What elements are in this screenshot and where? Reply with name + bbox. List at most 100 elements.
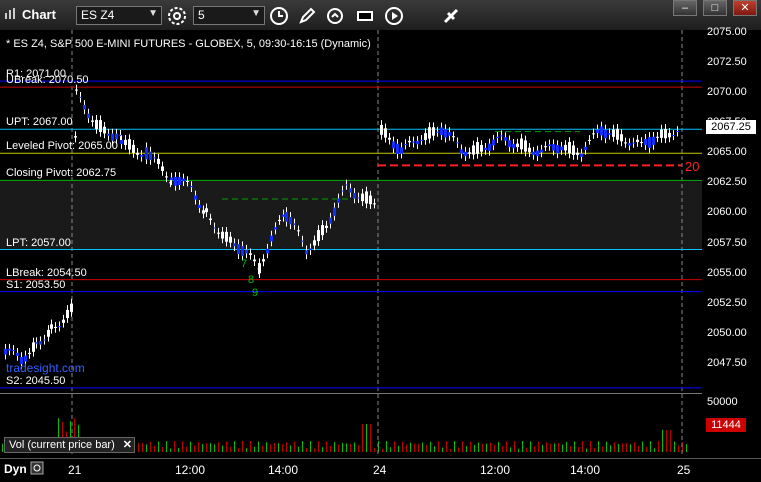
candle-body bbox=[528, 147, 531, 153]
candle-body bbox=[412, 141, 415, 143]
volume-bar bbox=[558, 442, 559, 452]
minimize-button[interactable]: – bbox=[673, 0, 697, 16]
candle-body bbox=[496, 136, 499, 139]
candle-body bbox=[174, 176, 177, 186]
pivot-label: Leveled Pivot: 2065.00 bbox=[6, 140, 118, 153]
time-axis[interactable]: Dyn 21 12:00 14:00 24 12:00 14:00 25 bbox=[0, 458, 761, 482]
candle-body bbox=[373, 203, 376, 205]
volume-bar bbox=[502, 445, 503, 452]
candle-body bbox=[424, 133, 427, 140]
candle-body bbox=[58, 326, 61, 328]
candle-body bbox=[157, 158, 160, 165]
close-study-icon[interactable]: ✕ bbox=[123, 438, 132, 452]
refresh-icon[interactable] bbox=[324, 5, 346, 27]
volume-bar bbox=[326, 441, 327, 452]
candle-body bbox=[178, 177, 181, 186]
candle-body bbox=[400, 147, 403, 154]
candle-body bbox=[628, 143, 631, 146]
volume-bar bbox=[422, 442, 423, 452]
volume-bar bbox=[410, 442, 411, 452]
volume-bar bbox=[482, 443, 483, 452]
candle-body bbox=[612, 129, 615, 137]
candle-body bbox=[245, 249, 248, 254]
volume-bar bbox=[262, 445, 263, 452]
volume-bar bbox=[510, 447, 511, 452]
volume-bar bbox=[486, 443, 487, 452]
volume-bar bbox=[198, 442, 199, 452]
volume-bar bbox=[162, 447, 163, 452]
candle-body bbox=[209, 218, 212, 221]
candle-body bbox=[225, 231, 228, 242]
link-icon[interactable] bbox=[440, 5, 462, 27]
close-button[interactable]: ✕ bbox=[733, 0, 757, 16]
volume-bar bbox=[418, 443, 419, 452]
current-price-tag: 2067.25 bbox=[706, 120, 756, 134]
volume-study-label[interactable]: Vol (current price bar) ✕ bbox=[4, 437, 135, 453]
symbol-value: ES Z4 bbox=[81, 8, 115, 22]
candle-body bbox=[640, 142, 643, 144]
candle-body bbox=[107, 133, 110, 136]
interval-combo[interactable]: 5 ▼ bbox=[193, 6, 265, 25]
candle-body bbox=[95, 119, 98, 129]
volume-bar bbox=[158, 441, 159, 452]
maximize-button[interactable]: □ bbox=[703, 0, 727, 16]
volume-bar bbox=[314, 448, 315, 452]
volume-bar bbox=[506, 441, 507, 452]
candle-body bbox=[576, 152, 579, 155]
volume-bar bbox=[634, 442, 635, 452]
volume-bar bbox=[614, 442, 615, 452]
volume-bar bbox=[522, 441, 523, 452]
candle-body bbox=[341, 190, 344, 192]
chevron-down-icon: ▼ bbox=[148, 8, 158, 19]
candle-body bbox=[408, 140, 411, 143]
candle-body bbox=[648, 137, 651, 148]
candle-body bbox=[536, 150, 539, 157]
annotation-8: 8 bbox=[248, 274, 255, 286]
price-axis-tick: 2060.00 bbox=[707, 206, 747, 219]
candle-body bbox=[388, 137, 391, 140]
volume-bar bbox=[366, 424, 367, 452]
title-bar: Chart ES Z4 ▼ 5 ▼ – □ ✕ bbox=[0, 0, 761, 31]
settings-icon[interactable] bbox=[166, 5, 188, 27]
time-axis-tick: 14:00 bbox=[570, 463, 601, 477]
volume-bar bbox=[426, 444, 427, 452]
snapshot-icon[interactable] bbox=[354, 5, 376, 27]
candle-body bbox=[480, 144, 483, 152]
pencil-icon[interactable] bbox=[296, 5, 318, 27]
volume-bar bbox=[290, 445, 291, 452]
candle-body bbox=[520, 138, 523, 150]
candle-body bbox=[492, 139, 495, 146]
candle-body bbox=[79, 96, 82, 98]
zoom-icon[interactable] bbox=[30, 461, 44, 475]
candle-body bbox=[676, 131, 679, 133]
annotation-9: 9 bbox=[252, 287, 259, 299]
symbol-combo[interactable]: ES Z4 ▼ bbox=[76, 6, 162, 25]
volume-bar bbox=[438, 441, 439, 452]
pivot-label: S1: 2053.50 bbox=[6, 278, 66, 291]
volume-bar bbox=[626, 442, 627, 452]
volume-bar bbox=[390, 447, 391, 452]
candle-body bbox=[8, 348, 11, 351]
annotation-7: 7 bbox=[241, 258, 248, 270]
candle-body bbox=[253, 259, 256, 262]
interval-value: 5 bbox=[198, 8, 205, 22]
candle-body bbox=[74, 136, 77, 138]
pivot-label: UPT: 2067.00 bbox=[6, 116, 73, 129]
play-icon[interactable] bbox=[383, 5, 405, 27]
volume-label-text: Vol (current price bar) bbox=[9, 439, 115, 451]
volume-bar bbox=[662, 430, 663, 452]
candle-body bbox=[349, 188, 352, 193]
volume-bar bbox=[686, 444, 687, 452]
dyn-label: Dyn bbox=[4, 462, 27, 476]
price-chart[interactable]: * ES Z4, S&P 500 E-MINI FUTURES - GLOBEX… bbox=[0, 30, 702, 392]
volume-bar bbox=[362, 424, 363, 452]
volume-bar bbox=[226, 441, 227, 452]
clock-icon[interactable] bbox=[268, 5, 290, 27]
candle-body bbox=[428, 127, 431, 139]
candle-body bbox=[416, 140, 419, 145]
price-axis[interactable]: 2075.002072.502070.002067.502065.002062.… bbox=[702, 26, 761, 460]
candle-body bbox=[32, 342, 35, 352]
time-axis-tick: 21 bbox=[68, 463, 82, 477]
volume-bar bbox=[526, 447, 527, 452]
candle-body bbox=[564, 144, 567, 151]
